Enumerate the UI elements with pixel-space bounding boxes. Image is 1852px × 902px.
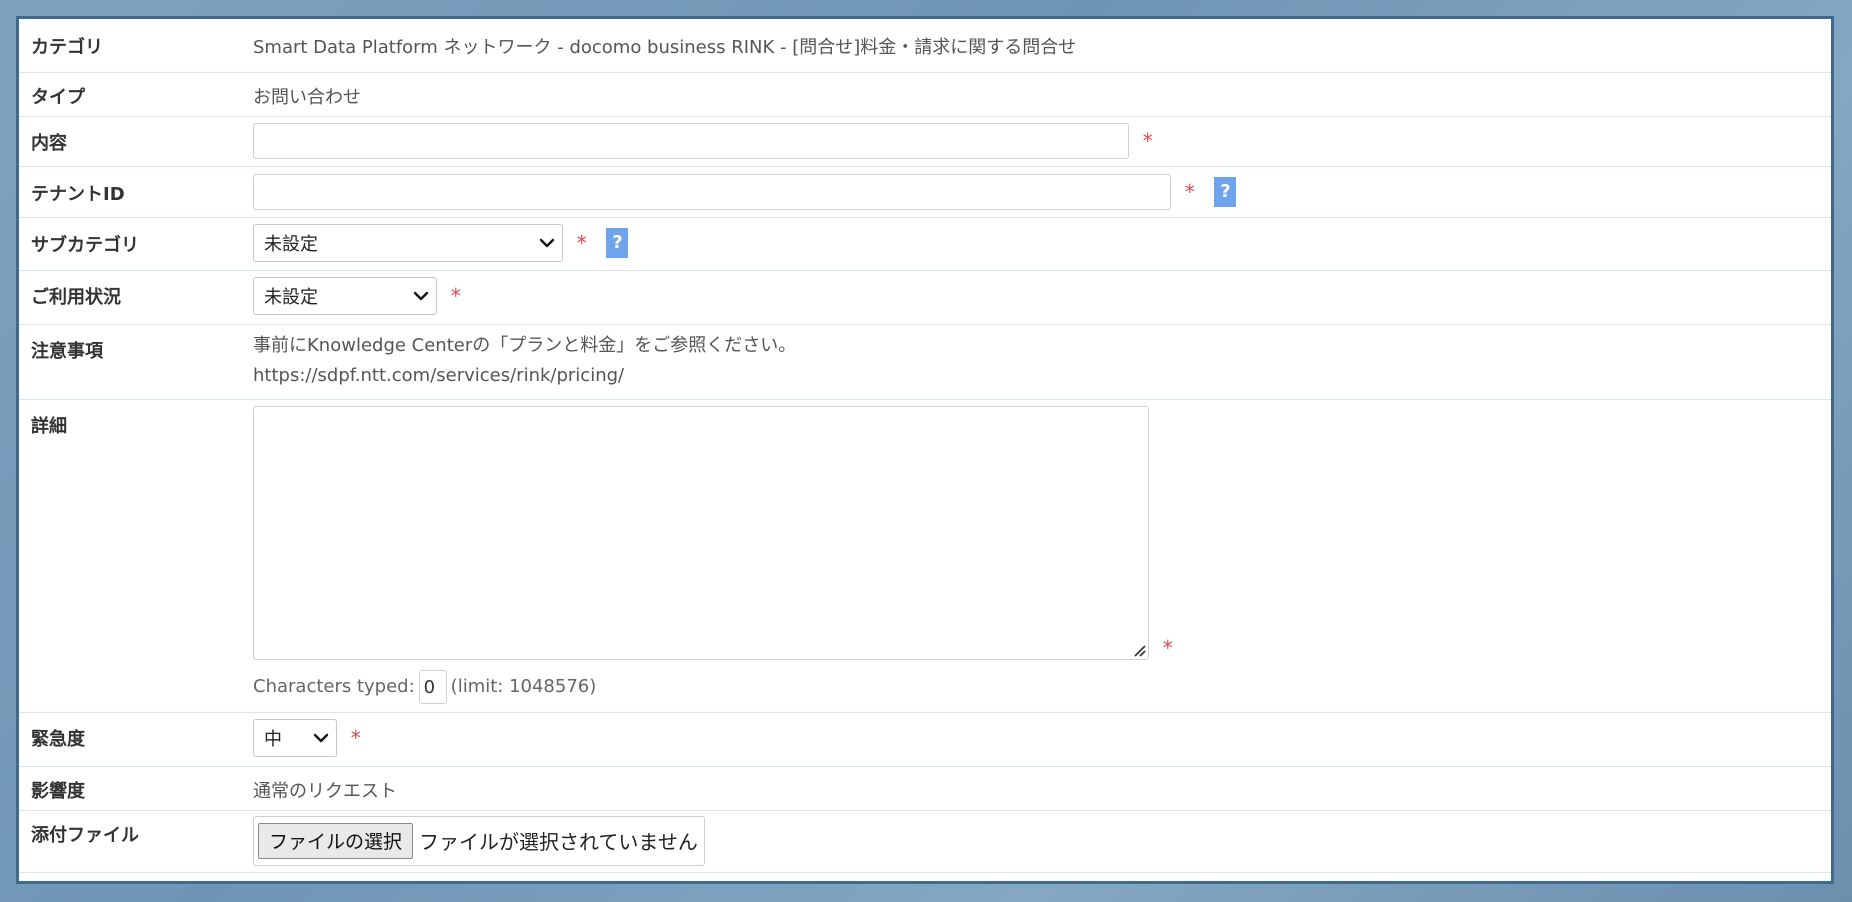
category-value: Smart Data Platform ネットワーク - docomo busi… bbox=[253, 37, 1077, 58]
row-subcategory: サブカテゴリ 未設定 * ? bbox=[19, 217, 1831, 271]
chevron-down-icon bbox=[413, 291, 429, 300]
subcategory-required-mark: * bbox=[576, 230, 587, 255]
row-usage-status: ご利用状況 未設定 * bbox=[19, 270, 1831, 325]
details-required-mark: * bbox=[1162, 635, 1173, 660]
row-content: 内容 * bbox=[19, 116, 1831, 167]
subcategory-help-button[interactable]: ? bbox=[606, 227, 629, 258]
details-label: 詳細 bbox=[31, 415, 67, 437]
tenant-id-help-button[interactable]: ? bbox=[1214, 176, 1237, 207]
request-form: カテゴリ Smart Data Platform ネットワーク - docomo… bbox=[19, 19, 1831, 873]
subcategory-label: サブカテゴリ bbox=[31, 234, 139, 256]
category-label: カテゴリ bbox=[31, 37, 103, 58]
impact-value: 通常のリクエスト bbox=[253, 780, 397, 802]
counter-limit: (limit: 1048576) bbox=[450, 676, 597, 697]
type-label: タイプ bbox=[31, 86, 85, 108]
row-impact: 影響度 通常のリクエスト bbox=[19, 766, 1831, 811]
request-form-panel: カテゴリ Smart Data Platform ネットワーク - docomo… bbox=[16, 16, 1834, 884]
content-label: 内容 bbox=[31, 132, 67, 154]
row-details: 詳細 * Characters typed: 0 (limit: 1048576… bbox=[19, 399, 1831, 713]
chevron-down-icon bbox=[313, 733, 329, 742]
counter-prefix: Characters typed: bbox=[253, 676, 415, 697]
tenant-id-label: テナントID bbox=[31, 183, 125, 205]
tenant-id-required-mark: * bbox=[1184, 179, 1195, 204]
subcategory-select[interactable]: 未設定 bbox=[253, 223, 563, 262]
usage-status-selected-value: 未設定 bbox=[264, 286, 318, 308]
usage-status-required-mark: * bbox=[450, 283, 461, 308]
row-tenant-id: テナントID * ? bbox=[19, 166, 1831, 218]
counter-value: 0 bbox=[418, 669, 447, 704]
type-value: お問い合わせ bbox=[253, 86, 361, 108]
row-attachment: 添付ファイル ファイルの選択 ファイルが選択されていません bbox=[19, 810, 1831, 873]
urgency-required-mark: * bbox=[350, 725, 361, 750]
row-notes: 注意事項 事前にKnowledge Centerの「プランと料金」をご参照くださ… bbox=[19, 324, 1831, 400]
impact-label: 影響度 bbox=[31, 780, 85, 802]
tenant-id-input[interactable] bbox=[253, 173, 1171, 210]
subcategory-selected-value: 未設定 bbox=[264, 233, 318, 255]
urgency-selected-value: 中 bbox=[264, 728, 282, 750]
choose-file-button[interactable]: ファイルの選択 bbox=[258, 822, 414, 859]
attachment-label: 添付ファイル bbox=[31, 824, 139, 846]
row-category: カテゴリ Smart Data Platform ネットワーク - docomo… bbox=[19, 19, 1831, 73]
usage-status-label: ご利用状況 bbox=[31, 286, 121, 308]
row-type: タイプ お問い合わせ bbox=[19, 72, 1831, 117]
file-status-text: ファイルが選択されていません bbox=[419, 830, 698, 854]
usage-status-select[interactable]: 未設定 bbox=[253, 276, 437, 315]
chevron-down-icon bbox=[539, 238, 555, 247]
notes-label: 注意事項 bbox=[31, 340, 103, 362]
urgency-label: 緊急度 bbox=[31, 728, 85, 750]
row-urgency: 緊急度 中 * bbox=[19, 712, 1831, 767]
notes-link[interactable]: https://sdpf.ntt.com/services/rink/prici… bbox=[253, 361, 1831, 391]
character-counter: Characters typed: 0 (limit: 1048576) bbox=[253, 669, 1831, 704]
resize-handle-icon[interactable] bbox=[1132, 643, 1146, 657]
notes-line-1: 事前にKnowledge Centerの「プランと料金」をご参照ください。 bbox=[253, 334, 797, 356]
content-required-mark: * bbox=[1142, 128, 1153, 153]
file-input[interactable]: ファイルの選択 ファイルが選択されていません bbox=[253, 815, 705, 866]
urgency-select[interactable]: 中 bbox=[253, 718, 337, 757]
details-textarea[interactable] bbox=[253, 405, 1149, 660]
content-input[interactable] bbox=[253, 122, 1129, 159]
